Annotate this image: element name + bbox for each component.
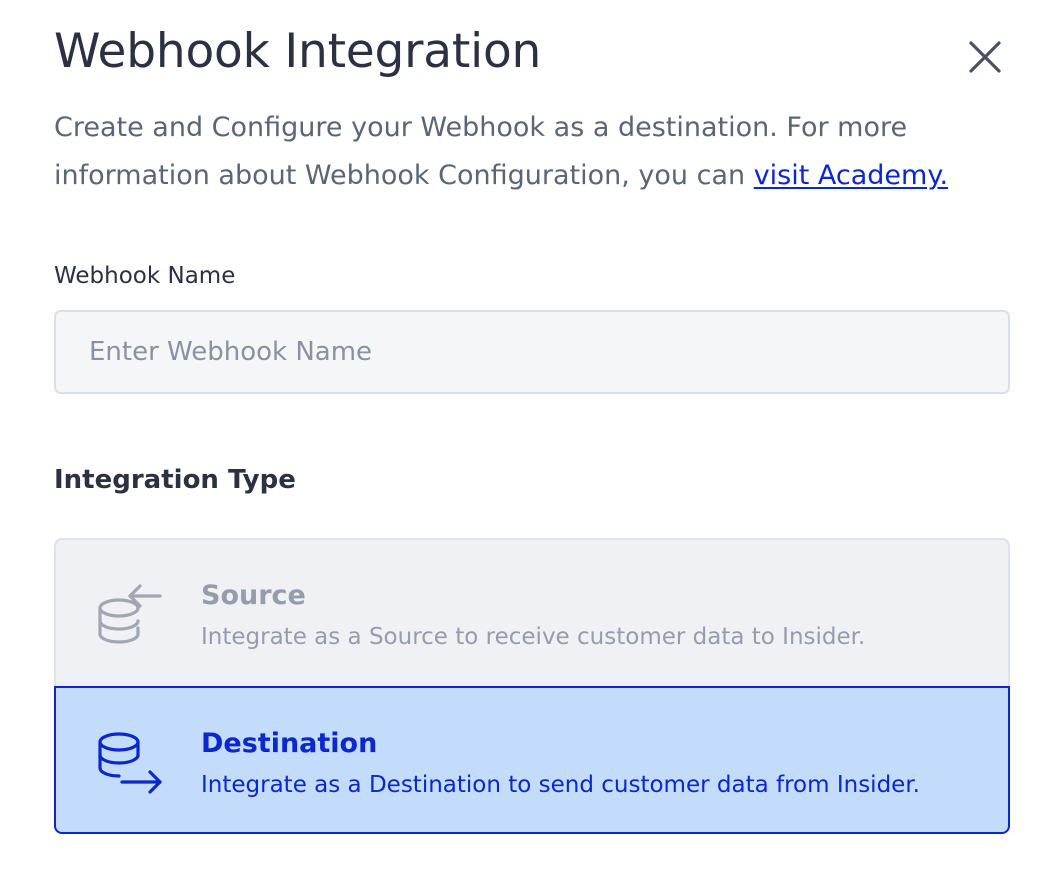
database-outgoing-icon	[98, 732, 162, 794]
description-text: Create and Configure your Webhook as a d…	[54, 104, 994, 200]
integration-option-destination[interactable]: Destination Integrate as a Destination t…	[54, 686, 1010, 834]
integration-type-title: Integration Type	[54, 465, 296, 495]
destination-option-title: Destination	[201, 728, 378, 759]
destination-option-description: Integrate as a Destination to send custo…	[201, 772, 920, 798]
webhook-name-label: Webhook Name	[54, 263, 236, 289]
database-incoming-icon	[98, 584, 162, 644]
close-button[interactable]	[962, 34, 1008, 80]
close-icon	[969, 41, 1001, 73]
page-title: Webhook Integration	[54, 24, 542, 79]
source-option-description: Integrate as a Source to receive custome…	[201, 624, 866, 650]
source-option-title: Source	[201, 580, 306, 611]
integration-option-source[interactable]: Source Integrate as a Source to receive …	[54, 538, 1010, 686]
webhook-name-input[interactable]	[54, 310, 1010, 394]
visit-academy-link[interactable]: visit Academy.	[754, 160, 948, 191]
